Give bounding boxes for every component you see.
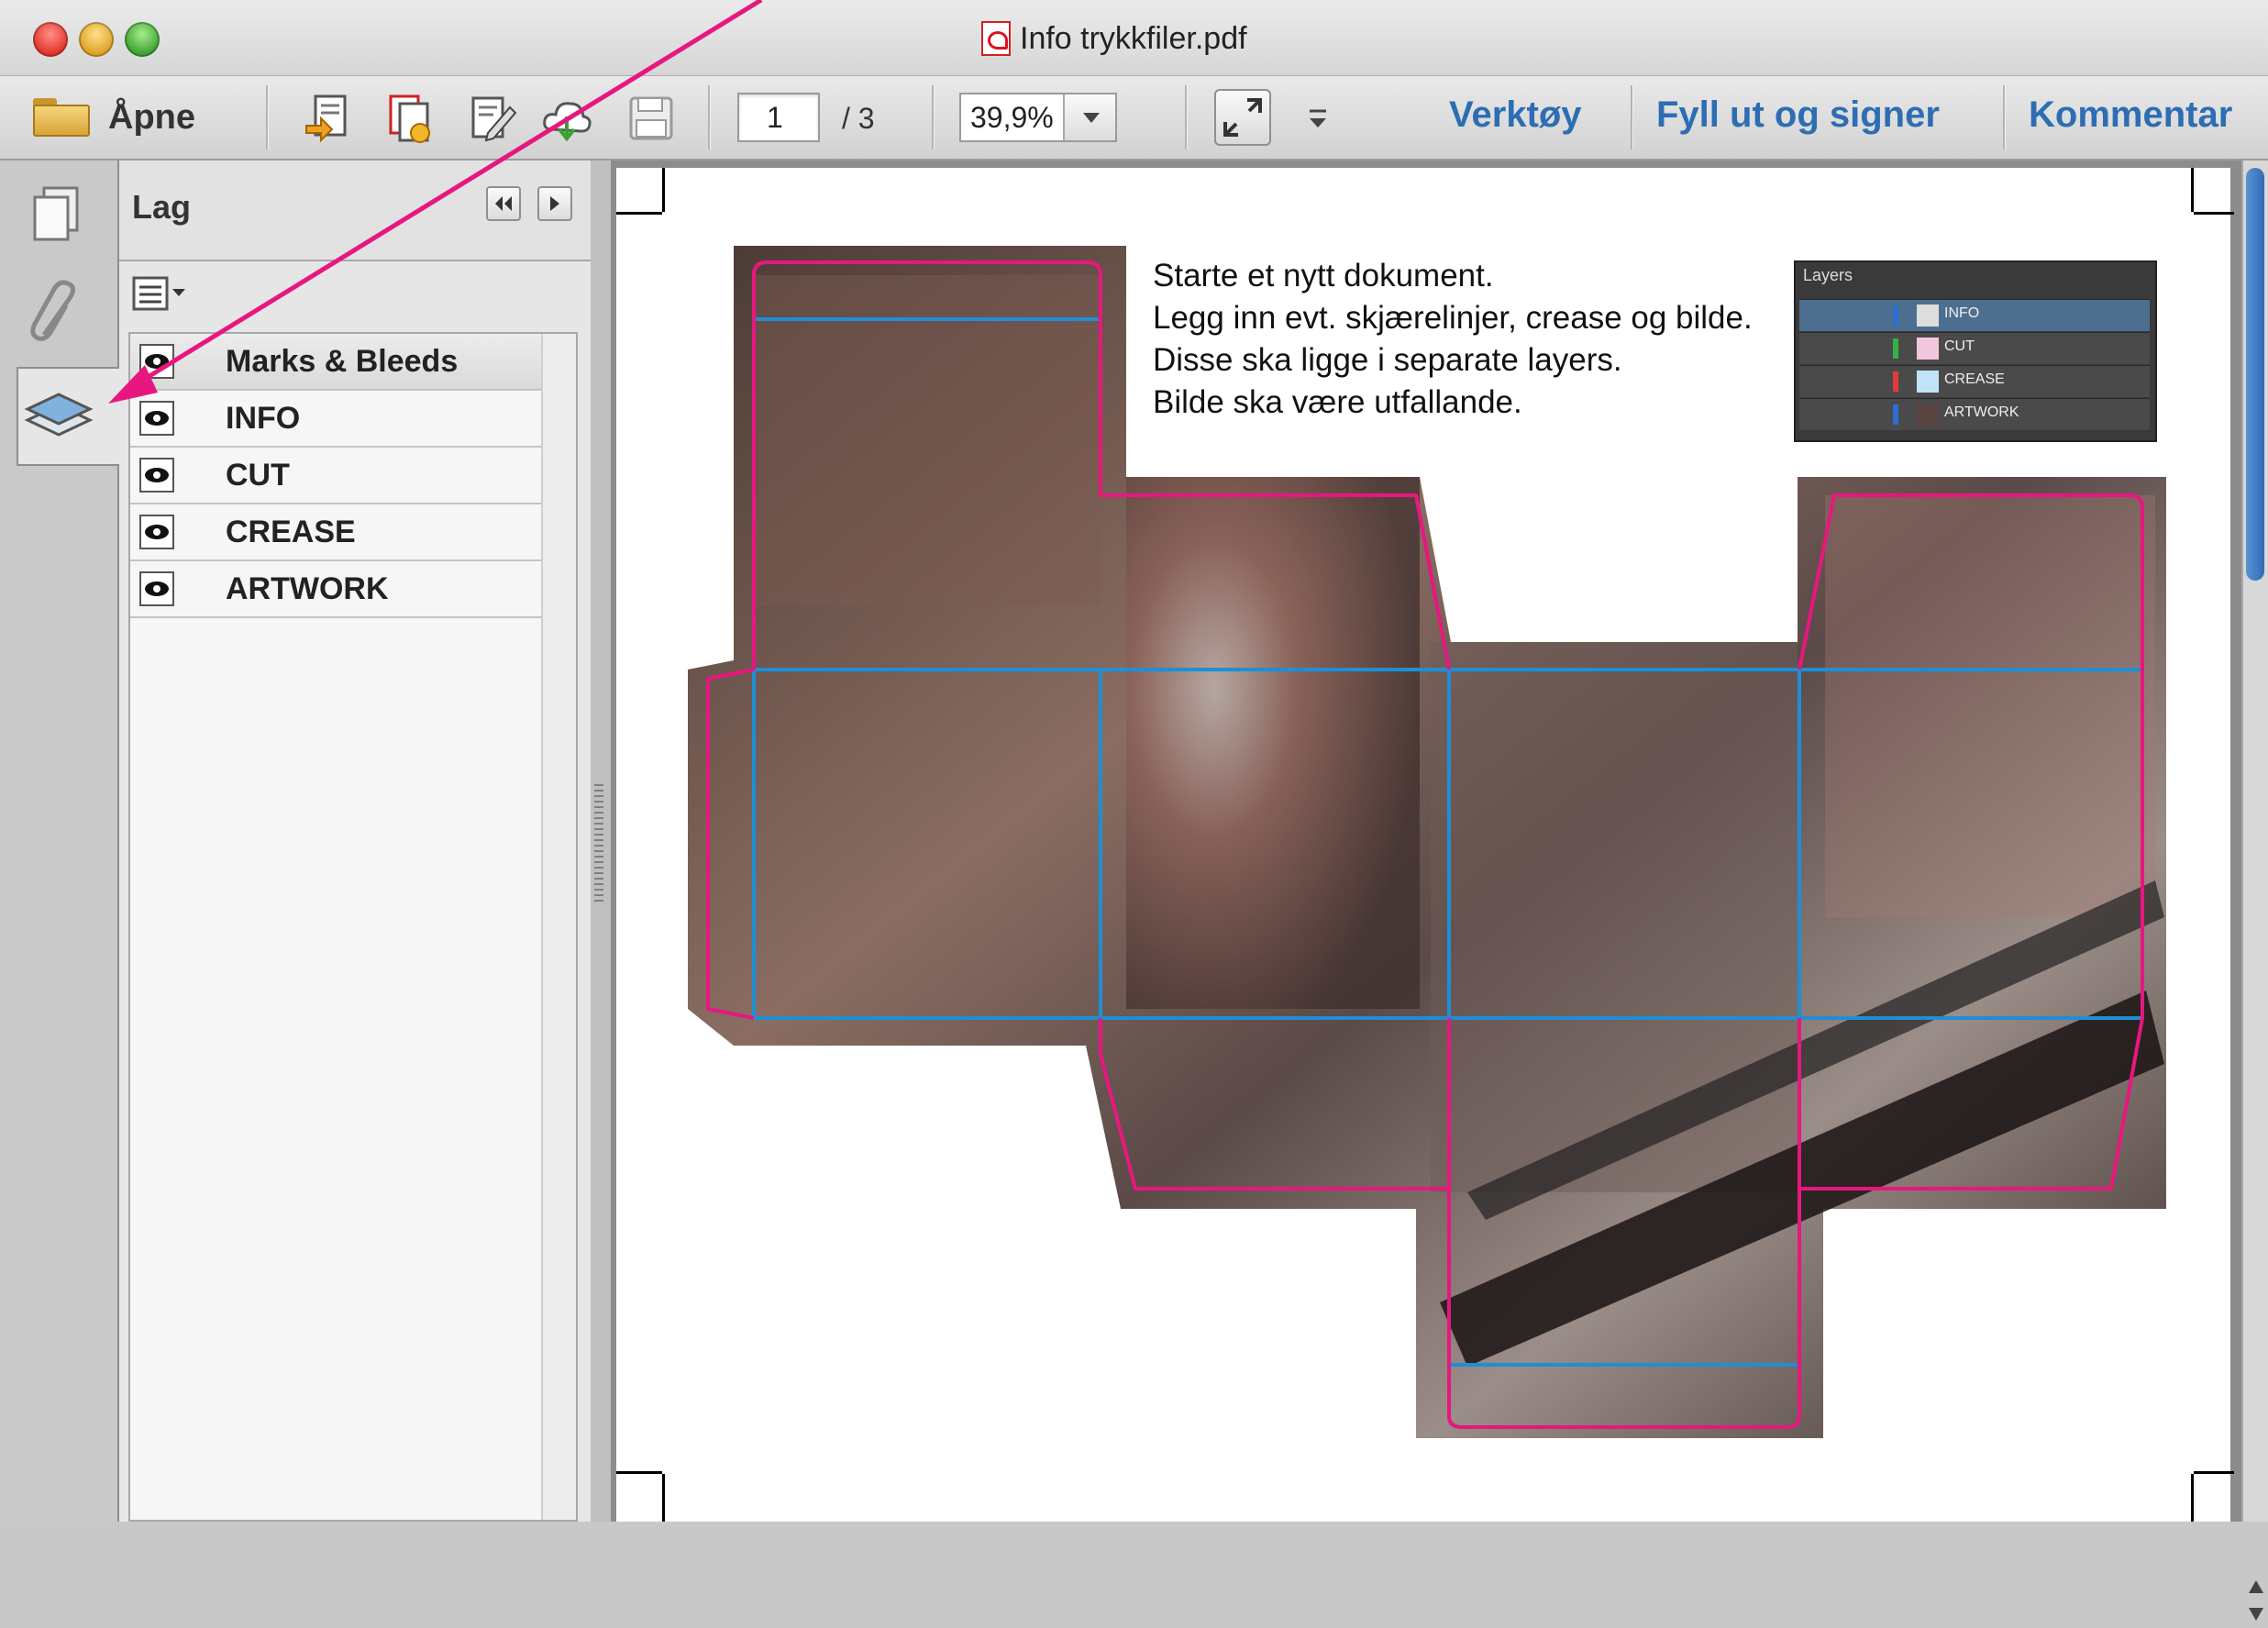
layer-thumbnail	[1917, 404, 1939, 426]
scroll-arrows-icon[interactable]	[2247, 1573, 2265, 1628]
instruction-line: Bilde ska være utfallande.	[1153, 384, 1522, 420]
instruction-line: Starte et nytt dokument.	[1153, 258, 1494, 293]
embedded-layer-row: CUT	[1799, 332, 2150, 364]
instruction-text: Starte et nytt dokument. Legg inn evt. s…	[1153, 255, 1795, 424]
layer-thumbnail	[1917, 371, 1939, 393]
embedded-layer-name: CUT	[1944, 338, 1975, 354]
box-template-artwork	[688, 246, 2166, 1438]
document-scrollbar[interactable]	[2241, 161, 2268, 1621]
layer-color-swatch	[1893, 404, 1898, 425]
embedded-layer-row: INFO	[1799, 299, 2150, 331]
instruction-line: Legg inn evt. skjærelinjer, crease og bi…	[1153, 300, 1753, 336]
layer-thumbnail	[1917, 338, 1939, 360]
layer-color-swatch	[1893, 371, 1898, 392]
embedded-layer-row: ARTWORK	[1799, 398, 2150, 430]
layer-color-swatch	[1893, 338, 1898, 359]
layer-color-swatch	[1893, 305, 1898, 326]
embedded-layer-name: INFO	[1944, 305, 1980, 321]
scroll-thumb[interactable]	[2246, 168, 2264, 581]
embedded-layer-name: CREASE	[1944, 371, 2005, 387]
layer-thumbnail	[1917, 305, 1939, 327]
embedded-layer-name: ARTWORK	[1944, 404, 2019, 420]
instruction-line: Disse ska ligge i separate layers.	[1153, 342, 1622, 378]
embedded-layers-panel: Layers INFO CUT CREASE ARTWORK	[1794, 260, 2157, 442]
embedded-layer-row: CREASE	[1799, 365, 2150, 397]
embedded-layers-title: Layers	[1803, 266, 1853, 284]
